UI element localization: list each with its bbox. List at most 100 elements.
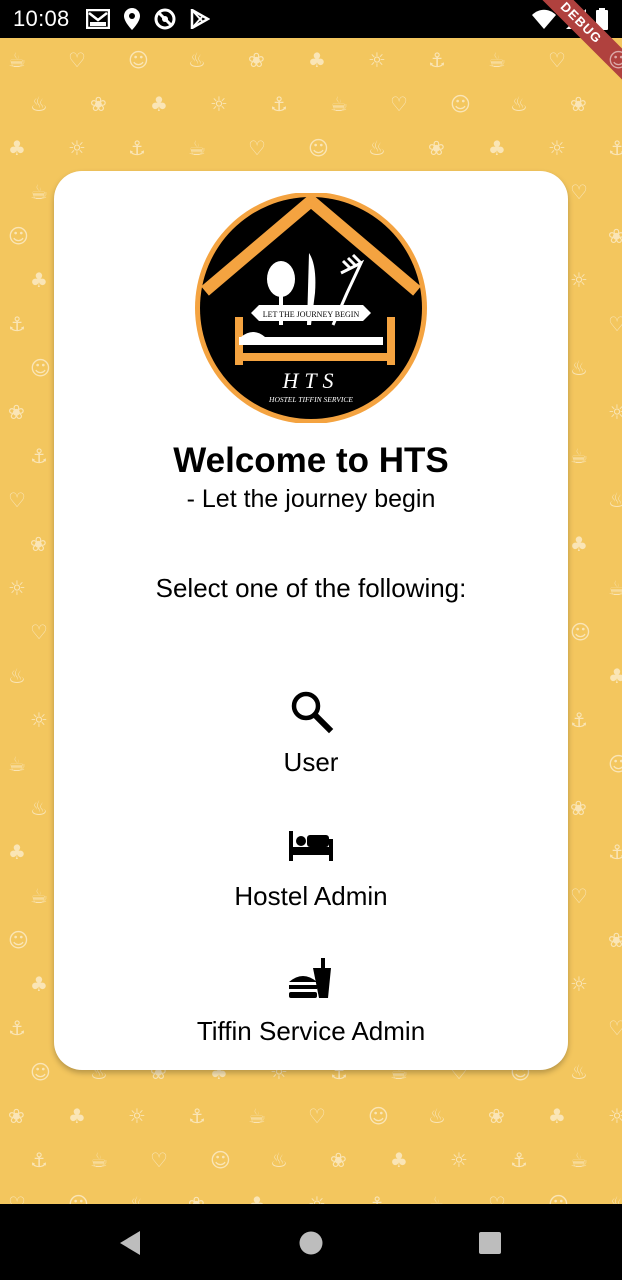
pattern-doodle: ☺: [68, 1192, 89, 1204]
pattern-doodle: ♨: [270, 1148, 288, 1172]
pattern-doodle: ☼: [128, 1104, 146, 1128]
back-icon[interactable]: [118, 1230, 142, 1256]
pattern-doodle: ♨: [128, 1192, 146, 1204]
pattern-doodle: ☕: [8, 752, 26, 776]
hostel-admin-option-button[interactable]: Hostel Admin: [161, 821, 461, 925]
pattern-doodle: ☕: [30, 884, 48, 908]
status-bar: 10:08 DEBUG: [0, 0, 622, 84]
pattern-doodle: ☺: [368, 1104, 389, 1128]
location-icon: [123, 8, 140, 30]
pattern-doodle: ♡: [488, 1192, 506, 1204]
pattern-doodle: ♡: [548, 48, 566, 72]
pattern-doodle: ☕: [30, 180, 48, 204]
pattern-doodle: ♡: [390, 92, 408, 116]
pattern-doodle: ❀: [90, 92, 107, 116]
hostel-admin-option-label: Hostel Admin: [234, 881, 388, 911]
pattern-doodle: ❀: [330, 1148, 347, 1172]
pattern-doodle: ⚓: [8, 312, 26, 336]
pattern-doodle: ☺: [570, 620, 591, 644]
pattern-doodle: ♡: [608, 312, 622, 336]
user-option-label: User: [283, 747, 339, 777]
pattern-doodle: ☼: [450, 1148, 468, 1172]
pattern-doodle: ☺: [608, 48, 622, 72]
logo-tagline: LET THE JOURNEY BEGIN: [263, 310, 360, 319]
pattern-doodle: ⚓: [8, 1016, 26, 1040]
pattern-doodle: ⚓: [608, 136, 622, 160]
navigation-bar: [0, 1204, 622, 1280]
welcome-subtitle: - Let the journey begin: [186, 485, 436, 513]
pattern-doodle: ☺: [128, 48, 149, 72]
pattern-doodle: ☼: [368, 48, 386, 72]
pattern-doodle: ♣: [30, 268, 48, 292]
pattern-doodle: ♨: [428, 1104, 446, 1128]
pattern-doodle: ⚓: [608, 840, 622, 864]
pattern-doodle: ❀: [248, 48, 265, 72]
pattern-doodle: ❀: [488, 1104, 505, 1128]
pattern-doodle: ☺: [30, 1060, 51, 1084]
user-option-button[interactable]: User: [161, 687, 461, 791]
pattern-doodle: ⚓: [128, 136, 146, 160]
pattern-doodle: ♣: [68, 1104, 86, 1128]
pattern-doodle: ♣: [548, 1104, 566, 1128]
pattern-doodle: ☕: [570, 444, 588, 468]
pattern-doodle: ❀: [428, 136, 445, 160]
pattern-doodle: ♣: [248, 1192, 266, 1204]
pattern-doodle: ☕: [570, 1148, 588, 1172]
pattern-doodle: ☼: [608, 400, 622, 424]
recents-icon[interactable]: [478, 1230, 502, 1256]
pattern-doodle: ♡: [608, 1016, 622, 1040]
pattern-doodle: ⚓: [188, 1104, 206, 1128]
pattern-doodle: ♣: [308, 48, 326, 72]
pattern-doodle: ☕: [90, 1148, 108, 1172]
pattern-doodle: ♡: [30, 620, 48, 644]
pattern-doodle: ☕: [248, 1104, 266, 1128]
pattern-doodle: ☺: [450, 92, 471, 116]
pattern-doodle: ☕: [608, 576, 622, 600]
pattern-doodle: ♨: [188, 48, 206, 72]
pattern-doodle: ♨: [8, 664, 26, 688]
pattern-doodle: ♨: [368, 136, 386, 160]
pattern-doodle: ♡: [8, 1192, 26, 1204]
pattern-doodle: ❀: [30, 532, 47, 556]
pattern-doodle: ♣: [150, 92, 168, 116]
pattern-doodle: ☼: [8, 576, 26, 600]
home-icon[interactable]: [299, 1230, 323, 1256]
select-prompt: Select one of the following:: [155, 573, 467, 603]
pattern-doodle: ♡: [308, 1104, 326, 1128]
pattern-doodle: ♣: [8, 136, 26, 160]
pattern-doodle: ❀: [8, 400, 25, 424]
pattern-doodle: ⚓: [570, 708, 588, 732]
pattern-doodle: ☼: [570, 268, 588, 292]
pattern-doodle: ☺: [608, 752, 622, 776]
pattern-doodle: ⚓: [270, 92, 288, 116]
welcome-title: Welcome to HTS: [173, 441, 449, 480]
welcome-card: LET THE JOURNEY BEGIN HTS HOSTEL TIFFIN …: [54, 171, 568, 1070]
pattern-doodle: ♨: [510, 92, 528, 116]
pattern-doodle: ☕: [8, 48, 26, 72]
wifi-icon: [532, 9, 556, 29]
tiffin-admin-option-button[interactable]: Tiffin Service Admin: [161, 956, 461, 1060]
pattern-doodle: ☕: [330, 92, 348, 116]
gmail-icon: [85, 9, 110, 29]
pattern-doodle: ♨: [30, 92, 48, 116]
pattern-doodle: ♡: [68, 48, 86, 72]
pattern-doodle: ♣: [390, 1148, 408, 1172]
pattern-doodle: ❀: [570, 92, 587, 116]
pattern-doodle: ♣: [608, 664, 622, 688]
pattern-doodle: ☼: [570, 972, 588, 996]
hts-logo: LET THE JOURNEY BEGIN HTS HOSTEL TIFFIN …: [195, 193, 427, 423]
pattern-doodle: ❀: [188, 1192, 205, 1204]
pattern-doodle: ❀: [570, 796, 587, 820]
pattern-doodle: ❀: [608, 224, 622, 248]
pattern-doodle: ♣: [30, 972, 48, 996]
pattern-doodle: ☺: [8, 224, 29, 248]
logo-abbr: HTS: [281, 368, 339, 393]
pattern-doodle: ❀: [8, 1104, 25, 1128]
pattern-doodle: ☼: [68, 136, 86, 160]
pattern-doodle: ☼: [210, 92, 228, 116]
pattern-doodle: ☺: [30, 356, 51, 380]
pattern-doodle: ♡: [570, 884, 588, 908]
pattern-doodle: ♡: [8, 488, 26, 512]
pattern-doodle: ❀: [608, 928, 622, 952]
fastfood-icon: [289, 958, 331, 998]
